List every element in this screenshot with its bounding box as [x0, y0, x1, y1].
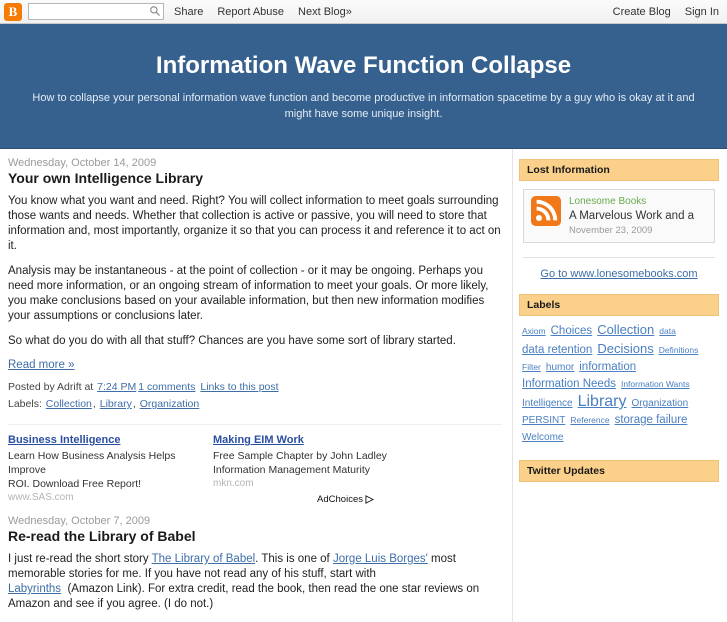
- post-comments-link[interactable]: 1 comments: [138, 381, 195, 393]
- post-backlinks-link[interactable]: Links to this post: [200, 381, 278, 393]
- ad-title-link[interactable]: Business Intelligence: [8, 433, 208, 447]
- post-paragraph: You know what you want and need. Right? …: [8, 195, 501, 252]
- search-box[interactable]: [28, 3, 164, 20]
- post-label-organization[interactable]: Organization: [140, 398, 200, 410]
- ad-url: mkn.com: [213, 478, 254, 489]
- search-input[interactable]: [28, 3, 164, 20]
- feed-site-link[interactable]: Go to www.lonesomebooks.com: [540, 268, 697, 280]
- ad-line-1: Learn How Business Analysis Helps Improv…: [8, 450, 176, 476]
- link-jorge-luis-borges[interactable]: Jorge Luis Borges': [333, 553, 428, 565]
- nav-link-share[interactable]: Share: [174, 6, 203, 18]
- label-library[interactable]: Library: [578, 393, 627, 410]
- feed-text: Lonesome Books A Marvelous Work and a No…: [569, 196, 694, 236]
- read-more-link[interactable]: Read more »: [8, 359, 74, 371]
- feed-item[interactable]: Lonesome Books A Marvelous Work and a No…: [523, 189, 715, 243]
- label-intelligence[interactable]: Intelligence: [522, 395, 573, 412]
- label-welcome[interactable]: Welcome: [522, 429, 564, 446]
- widget-title-twitter-updates: Twitter Updates: [519, 460, 719, 482]
- label-data-retention[interactable]: data retention: [522, 342, 592, 359]
- label-information-needs[interactable]: Information Needs: [522, 376, 616, 393]
- widget-twitter-updates: Twitter Updates: [519, 460, 719, 494]
- label-information[interactable]: information: [579, 359, 636, 376]
- label-reference[interactable]: Reference: [570, 412, 609, 429]
- ad-url: www.SAS.com: [8, 492, 74, 503]
- post-date: Wednesday, October 14, 2009: [8, 157, 157, 169]
- blogger-navbar: B Share Report Abuse Next Blog» Create B…: [0, 0, 727, 24]
- blog-title: Information Wave Function Collapse: [155, 52, 572, 79]
- label-choices[interactable]: Choices: [551, 323, 593, 340]
- nav-link-report-abuse[interactable]: Report Abuse: [217, 6, 284, 18]
- widget-body-lost-information: Lonesome Books A Marvelous Work and a No…: [519, 181, 719, 284]
- label-persint[interactable]: PERSINT: [522, 412, 565, 429]
- post-time-link[interactable]: 7:24 PM: [97, 381, 136, 393]
- post-paragraph: I just re-read the short story The Libra…: [8, 552, 502, 612]
- post-author-text: Posted by Adrift at: [8, 381, 94, 393]
- label-humor[interactable]: humor: [546, 359, 574, 376]
- post-labels: Labels: Collection, Library, Organizatio…: [8, 398, 200, 410]
- post-item: Wednesday, October 14, 2009 Your own Int…: [8, 157, 502, 410]
- ad-line-2: Information Management Maturity: [213, 464, 370, 476]
- post-title[interactable]: Re-read the Library of Babel: [8, 528, 502, 544]
- post-meta: Posted by Adrift at 7:24 PM 1 comments Li…: [8, 381, 502, 393]
- post-body: I just re-read the short story The Libra…: [8, 552, 502, 612]
- link-library-of-babel[interactable]: The Library of Babel: [152, 553, 256, 565]
- widget-body-twitter-updates: [519, 482, 719, 494]
- labels-prefix: Labels:: [8, 398, 42, 410]
- post-label-library[interactable]: Library: [100, 398, 132, 410]
- nav-link-sign-in[interactable]: Sign In: [685, 6, 719, 18]
- post-paragraph: So what do you do with all that stuff? C…: [8, 335, 456, 347]
- ad-item[interactable]: Making EIM Work Free Sample Chapter by J…: [213, 433, 413, 505]
- feed-source: Lonesome Books: [569, 196, 647, 207]
- label-collection[interactable]: Collection: [597, 321, 654, 338]
- label-information-wants[interactable]: Information Wants: [621, 376, 690, 393]
- post-date: Wednesday, October 7, 2009: [8, 515, 151, 527]
- adchoices-label: AdChoices: [317, 494, 363, 505]
- label-axiom[interactable]: Axiom: [522, 323, 546, 340]
- post-body: You know what you want and need. Right? …: [8, 194, 502, 349]
- ad-line-1: Free Sample Chapter by John Ladley: [213, 450, 387, 462]
- sidebar: Lost Information Lonesome Books A Marvel…: [512, 149, 727, 622]
- label-storage-failure[interactable]: storage failure: [615, 412, 688, 429]
- blogger-logo-icon[interactable]: B: [4, 2, 22, 21]
- label-filter[interactable]: Filter: [522, 359, 541, 376]
- label-definitions[interactable]: Definitions: [659, 342, 699, 359]
- widget-lost-information: Lost Information Lonesome Books A Marvel…: [519, 159, 719, 284]
- post-text-4: (Amazon Link). For extra credit, read th…: [8, 583, 480, 610]
- feed-date: November 23, 2009: [569, 225, 653, 236]
- rss-icon: [531, 196, 561, 226]
- ad-block: Business Intelligence Learn How Business…: [8, 424, 502, 505]
- nav-link-create-blog[interactable]: Create Blog: [613, 6, 671, 18]
- adchoices-button[interactable]: AdChoices: [317, 494, 374, 505]
- ad-line-2: ROI. Download Free Report!: [8, 478, 142, 490]
- post-separator: [8, 505, 502, 515]
- ad-title-link[interactable]: Making EIM Work: [213, 433, 413, 447]
- post-item: Wednesday, October 7, 2009 Re-read the L…: [8, 515, 502, 612]
- link-labyrinths[interactable]: Labyrinths: [8, 583, 61, 595]
- label-decisions[interactable]: Decisions: [597, 340, 653, 357]
- adchoices-arrow-icon: [365, 495, 374, 504]
- label-cloud: Axiom Choices Collection data data retention…: [519, 316, 719, 450]
- label-organization[interactable]: Organization: [632, 395, 689, 412]
- label-data[interactable]: data: [659, 323, 676, 340]
- ad-item[interactable]: Business Intelligence Learn How Business…: [8, 433, 208, 505]
- post-text-1: I just re-read the short story: [8, 553, 152, 565]
- nav-link-next-blog[interactable]: Next Blog»: [298, 6, 352, 18]
- feed-site-link-row: Go to www.lonesomebooks.com: [523, 257, 715, 280]
- widget-title-labels: Labels: [519, 294, 719, 316]
- post-title[interactable]: Your own Intelligence Library: [8, 170, 502, 186]
- widget-labels: Labels Axiom Choices Collection data data re…: [519, 294, 719, 450]
- post-text-2: . This is one of: [255, 553, 333, 565]
- post-paragraph: Analysis may be instantaneous - at the p…: [8, 265, 489, 322]
- widget-title-lost-information: Lost Information: [519, 159, 719, 181]
- blog-description: How to collapse your personal informatio…: [32, 92, 695, 120]
- content-area: Wednesday, October 14, 2009 Your own Int…: [0, 149, 727, 622]
- blog-header: Information Wave Function Collapse How t…: [0, 24, 727, 149]
- main-column: Wednesday, October 14, 2009 Your own Int…: [0, 149, 512, 622]
- feed-title: A Marvelous Work and a: [569, 210, 695, 222]
- post-label-collection[interactable]: Collection: [46, 398, 92, 410]
